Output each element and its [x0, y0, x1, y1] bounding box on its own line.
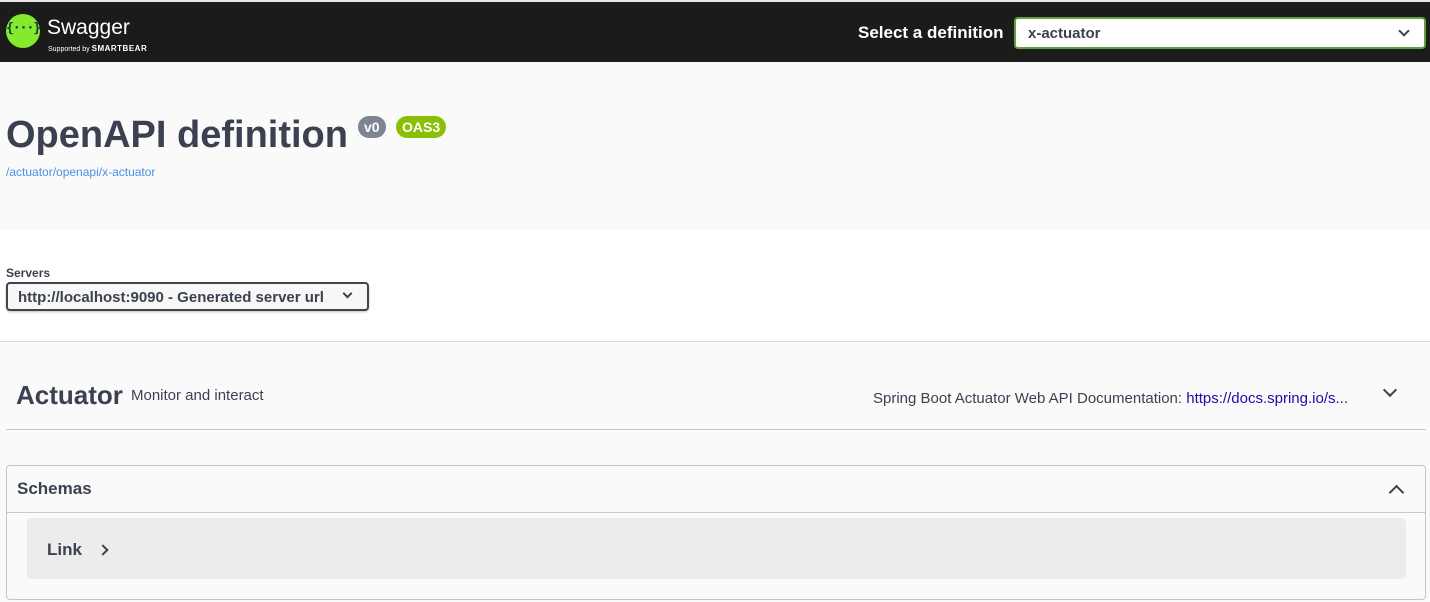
divider — [6, 429, 1426, 430]
version-badge: v0 — [358, 116, 386, 138]
page-title: OpenAPI definition — [6, 114, 348, 156]
brand-subtitle: Supported by SMARTBEAR — [48, 44, 148, 53]
spec-url-link[interactable]: /actuator/openapi/x-actuator — [6, 165, 155, 179]
oas-badge: OAS3 — [396, 116, 447, 138]
external-docs-link[interactable]: https://docs.spring.io/s... — [1186, 390, 1348, 407]
tag-external-docs: Spring Boot Actuator Web API Documentati… — [873, 390, 1348, 407]
chevron-down-icon — [342, 288, 353, 299]
definition-select[interactable]: x-actuator — [1014, 17, 1426, 49]
tag-expand-toggle[interactable] — [1382, 382, 1398, 401]
chevron-down-icon — [1398, 25, 1410, 37]
schemas-header[interactable]: Schemas — [7, 466, 1425, 513]
servers-select[interactable]: http://localhost:9090 - Generated server… — [6, 282, 369, 311]
tag-description: Monitor and interact — [131, 387, 264, 404]
topbar: {···} Swagger Supported by SMARTBEAR Sel… — [0, 0, 1430, 62]
schemas-collapse-toggle[interactable] — [1388, 484, 1405, 501]
brand-name: Swagger — [47, 16, 130, 39]
servers-select-value: http://localhost:9090 - Generated server… — [18, 289, 324, 306]
schema-model-name: Link — [47, 540, 82, 559]
operations-section: Actuator Monitor and interact Spring Boo… — [0, 341, 1430, 602]
chevron-down-icon — [1382, 382, 1398, 398]
chevron-right-icon — [97, 544, 109, 556]
chevron-up-icon — [1388, 484, 1405, 501]
swagger-logo-icon: {···} — [6, 14, 41, 48]
swagger-logo[interactable]: {···} Swagger Supported by SMARTBEAR — [6, 14, 156, 58]
tag-title[interactable]: Actuator — [16, 380, 123, 411]
definition-label: Select a definition — [858, 23, 1004, 42]
schemas-title: Schemas — [17, 479, 92, 498]
schema-model-link[interactable]: Link — [27, 518, 1406, 579]
servers-label: Servers — [6, 266, 51, 280]
schemas-panel: Schemas Link — [6, 465, 1426, 600]
definition-select-value: x-actuator — [1028, 25, 1101, 42]
info-section: OpenAPI definition v0 OAS3 /actuator/ope… — [0, 62, 1430, 230]
